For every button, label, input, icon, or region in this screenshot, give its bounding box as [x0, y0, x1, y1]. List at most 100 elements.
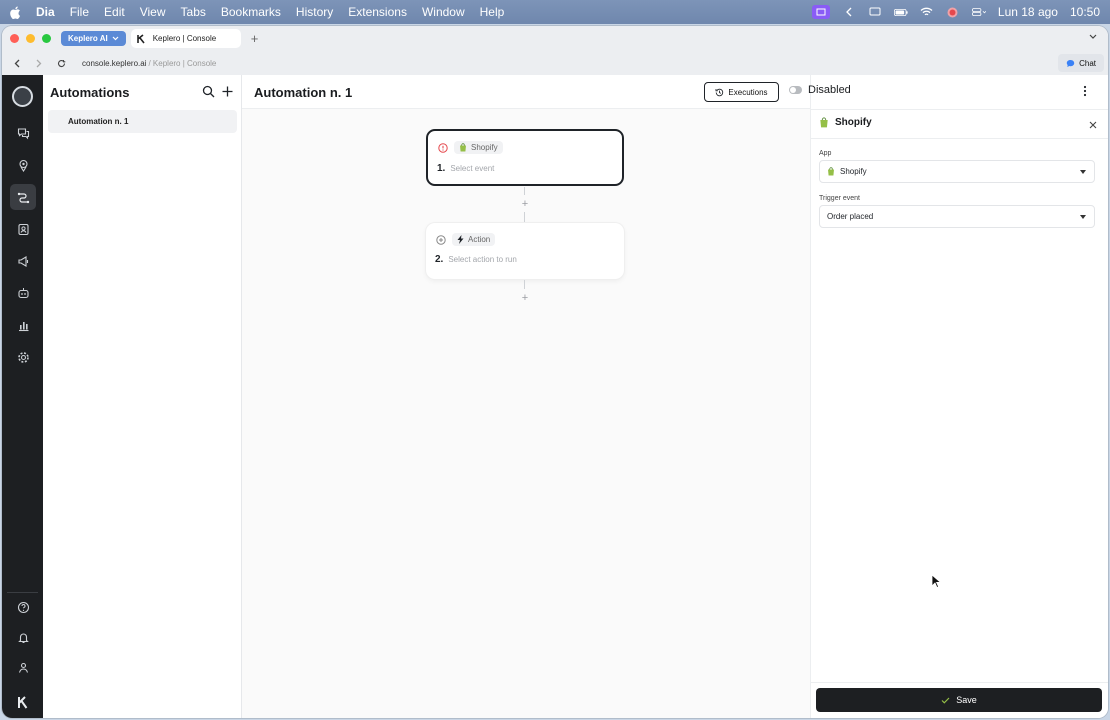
tab-bar: Keplero AI Keplero | Console +	[2, 26, 1108, 51]
bell-icon[interactable]	[10, 624, 36, 650]
panel-header-bar: Executions Disabled	[704, 75, 1108, 109]
tab-title: Keplero | Console	[152, 34, 217, 43]
new-tab-plus-icon[interactable]: +	[251, 31, 259, 46]
status-toggle[interactable]: Disabled	[789, 84, 851, 96]
trigger-step-number: 1.	[437, 163, 446, 174]
insert-step-plus-icon[interactable]: +	[520, 199, 530, 210]
add-automation-plus-icon[interactable]	[221, 85, 234, 98]
add-circle-icon	[436, 234, 446, 245]
panel-title-text: Shopify	[835, 117, 872, 128]
menu-edit[interactable]: Edit	[104, 5, 125, 19]
tab-overview-chevron-icon[interactable]	[1088, 32, 1098, 42]
trigger-step-card[interactable]: Shopify 1. Select event	[426, 129, 624, 186]
menubar-date[interactable]: Lun 18 ago	[998, 5, 1058, 19]
shopify-icon	[820, 117, 828, 128]
contacts-icon[interactable]	[10, 216, 36, 242]
menu-app-name[interactable]: Dia	[36, 5, 55, 19]
menu-view[interactable]: View	[140, 5, 166, 19]
action-step-header: Action	[436, 233, 496, 246]
connector-line	[524, 187, 525, 195]
user-icon[interactable]	[10, 654, 36, 680]
zoom-window-button[interactable]	[42, 34, 51, 43]
sidebar-title: Automations	[50, 85, 130, 100]
record-icon[interactable]	[946, 6, 960, 18]
save-button[interactable]: Save	[816, 688, 1102, 712]
dropdown-caret-icon	[1080, 170, 1086, 174]
menu-tabs[interactable]: Tabs	[181, 5, 206, 19]
automation-canvas: Automation n. 1 Shopify 1. Select event …	[242, 75, 810, 718]
sidebar-item-automation-1[interactable]: Automation n. 1	[48, 110, 237, 133]
executions-button[interactable]: Executions	[704, 82, 779, 102]
tab-keplero-console[interactable]: Keplero | Console	[130, 29, 241, 48]
search-icon[interactable]	[202, 85, 215, 98]
battery-icon[interactable]	[893, 6, 908, 18]
chat-bubble-icon	[1066, 59, 1075, 67]
menu-help[interactable]: Help	[480, 5, 505, 19]
executions-label: Executions	[728, 87, 768, 97]
cast-icon[interactable]	[868, 6, 882, 18]
trigger-app-chip: Shopify	[454, 141, 503, 154]
mouse-cursor-icon	[931, 574, 941, 588]
menubar-time[interactable]: 10:50	[1070, 5, 1100, 19]
automations-icon[interactable]	[10, 184, 36, 210]
menu-window[interactable]: Window	[422, 5, 465, 19]
conversations-icon[interactable]	[10, 120, 36, 146]
trigger-app-label: Shopify	[471, 143, 498, 152]
macos-menubar: Dia File Edit View Tabs Bookmarks Histor…	[0, 0, 1110, 24]
forward-icon[interactable]	[32, 56, 46, 70]
control-center-icon[interactable]	[971, 6, 986, 18]
help-icon[interactable]	[10, 594, 36, 620]
sidebar-item-label: Automation n. 1	[68, 117, 129, 126]
workspace-label: Keplero AI	[68, 34, 108, 43]
screen-icon[interactable]	[811, 5, 830, 19]
trigger-event-select[interactable]: Order placed	[819, 205, 1095, 228]
shopify-icon	[460, 143, 466, 152]
close-window-button[interactable]	[10, 34, 19, 43]
save-label: Save	[956, 695, 977, 705]
location-icon[interactable]	[10, 152, 36, 178]
workspace-avatar[interactable]	[12, 86, 33, 107]
connector-line	[524, 280, 525, 289]
minimize-window-button[interactable]	[26, 34, 35, 43]
bot-icon[interactable]	[10, 280, 36, 306]
action-step-number: 2.	[435, 254, 444, 265]
chevron-left-icon[interactable]	[842, 6, 856, 18]
apple-icon[interactable]	[10, 5, 22, 19]
shopify-icon	[828, 167, 834, 176]
campaigns-icon[interactable]	[10, 248, 36, 274]
more-options-icon[interactable]	[1083, 85, 1087, 97]
menu-extensions[interactable]: Extensions	[348, 5, 407, 19]
action-step-card[interactable]: Action 2. Select action to run	[426, 223, 624, 279]
reload-icon[interactable]	[54, 56, 68, 70]
app-area: Automations Automation n. 1 Automation n…	[2, 75, 1108, 718]
menu-bookmarks[interactable]: Bookmarks	[221, 5, 281, 19]
app-select[interactable]: Shopify	[819, 160, 1095, 183]
add-step-plus-icon[interactable]: +	[520, 293, 530, 304]
dropdown-caret-icon	[1080, 215, 1086, 219]
enable-toggle-switch[interactable]	[789, 86, 802, 94]
app-field-label: App	[819, 150, 832, 157]
window-controls	[10, 34, 51, 43]
chevron-down-icon	[112, 36, 119, 41]
workspace-switcher[interactable]: Keplero AI	[61, 31, 126, 46]
menu-history[interactable]: History	[296, 5, 333, 19]
back-icon[interactable]	[10, 56, 24, 70]
chat-button[interactable]: Chat	[1058, 54, 1104, 72]
nav-rail	[2, 75, 43, 718]
menu-file[interactable]: File	[70, 5, 89, 19]
panel-title-bar: Shopify	[811, 109, 1108, 139]
analytics-icon[interactable]	[10, 312, 36, 338]
wifi-icon[interactable]	[920, 6, 934, 18]
action-step-body: 2. Select action to run	[435, 254, 517, 265]
close-icon[interactable]	[1089, 121, 1097, 129]
keplero-logo-icon[interactable]	[10, 689, 36, 715]
panel-footer: Save	[811, 682, 1108, 718]
connector-line	[524, 212, 525, 222]
step-config-panel: Executions Disabled Shopify App Shopify	[704, 75, 1108, 718]
settings-gear-icon[interactable]	[10, 344, 36, 370]
url-text[interactable]: console.keplero.ai	[82, 59, 146, 68]
trigger-step-body: 1. Select event	[437, 163, 494, 174]
url-page-title[interactable]: / Keplero | Console	[148, 59, 216, 68]
address-bar: console.keplero.ai / Keplero | Console C…	[2, 51, 1108, 75]
keplero-favicon-icon	[136, 33, 145, 43]
